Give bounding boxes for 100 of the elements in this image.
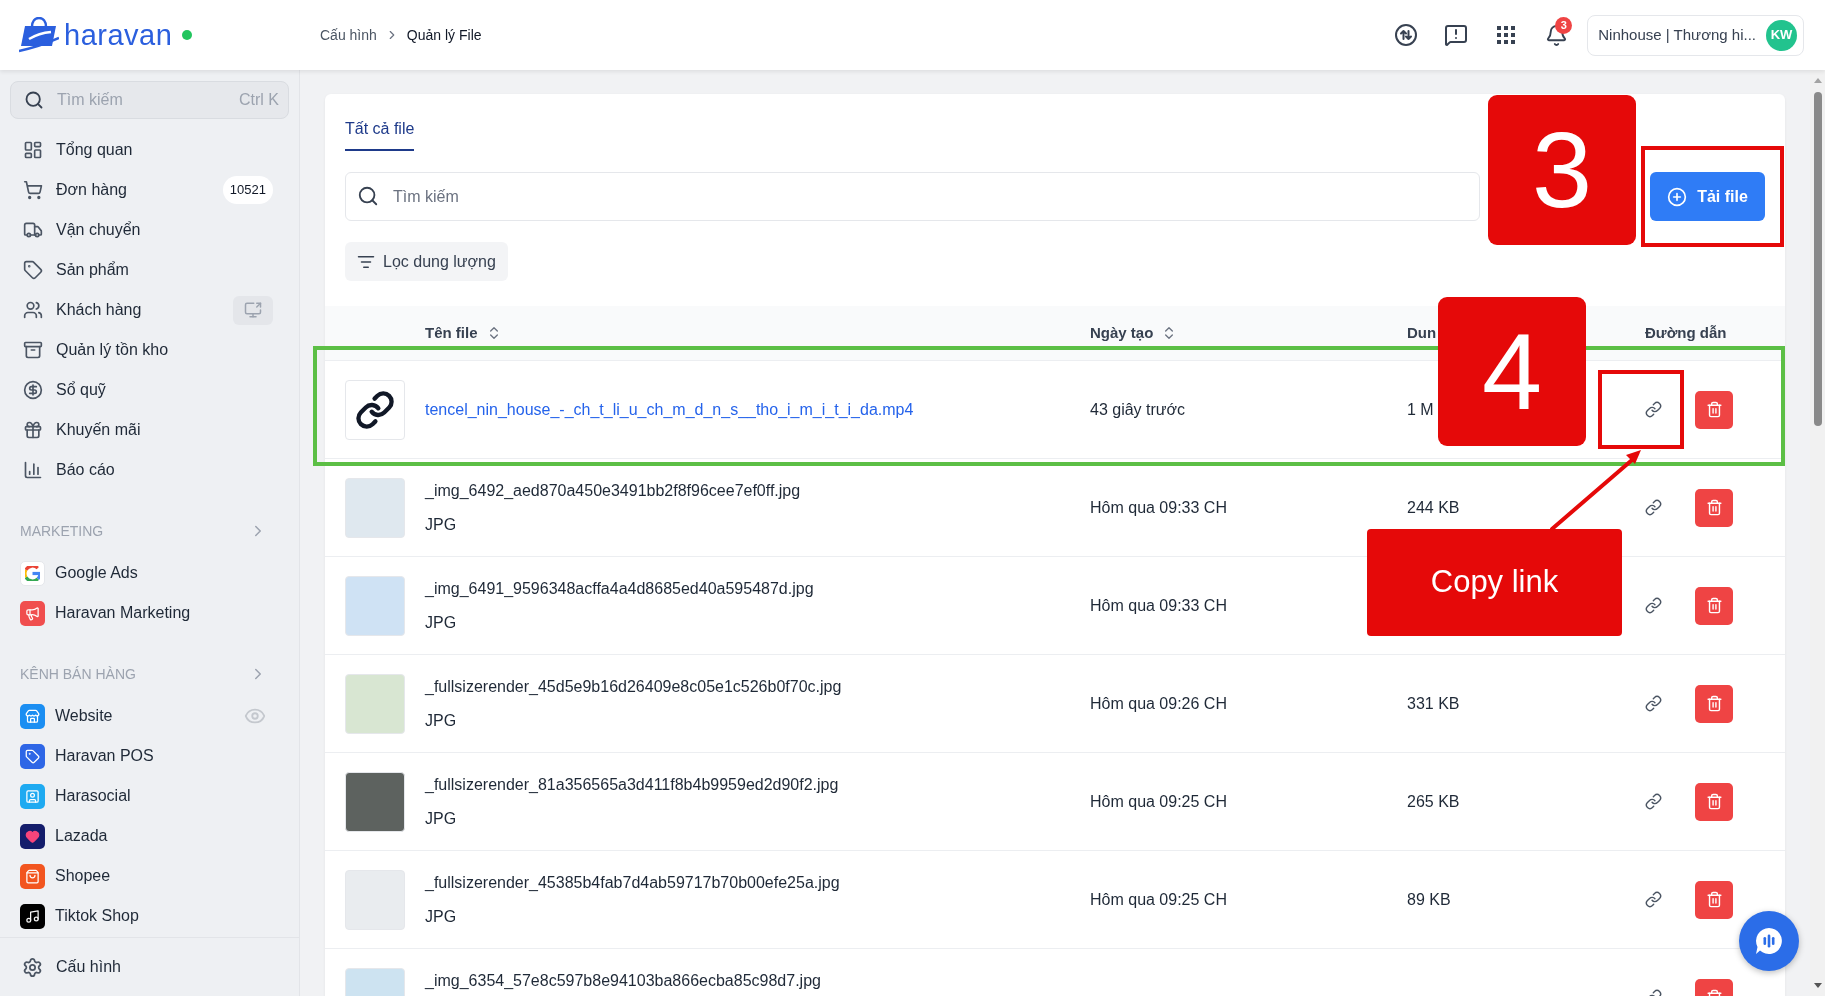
trash-icon <box>1705 499 1723 516</box>
search-icon <box>24 90 44 110</box>
chat-bubble-icon <box>1754 926 1784 956</box>
notifications-button[interactable]: 3 <box>1536 15 1577 55</box>
photo-placeholder <box>345 575 405 636</box>
sidebar-item[interactable]: Sản phẩm <box>10 250 289 290</box>
scrollbar-thumb[interactable] <box>1813 92 1822 426</box>
link-icon <box>1645 891 1662 908</box>
file-link[interactable]: tencel_nin_house_-_ch_t_li_u_ch_m_d_n_s__tho_i_m_i_t_i_da.mp4 <box>425 398 1070 421</box>
scroll-down-icon[interactable] <box>1813 983 1822 988</box>
grid-menu-icon <box>1497 26 1516 44</box>
avatar: KW <box>1766 19 1797 51</box>
google-g-icon <box>20 560 45 586</box>
sidebar-item[interactable]: Khách hàng <box>10 290 289 330</box>
brand-logo-text: haravan <box>64 20 173 50</box>
filter-button[interactable]: Lọc dung lượng <box>345 242 508 281</box>
users-icon <box>23 300 43 320</box>
link-icon <box>1645 793 1662 810</box>
trash-icon <box>1705 793 1723 810</box>
delete-button[interactable] <box>1695 782 1733 821</box>
created-time: 43 giây trước <box>1090 400 1185 418</box>
trash-icon <box>1705 401 1723 418</box>
copy-link-button[interactable] <box>1645 793 1662 810</box>
sidebar-item[interactable]: Website <box>10 696 289 736</box>
sidebar-item[interactable]: Sổ quỹ <box>10 370 289 410</box>
sidebar-item[interactable]: Google Ads <box>10 553 289 593</box>
store-icon <box>20 703 45 729</box>
screen-share-icon[interactable] <box>233 295 273 325</box>
section-title: KÊNH BÁN HÀNG <box>20 664 136 684</box>
photo-placeholder <box>345 673 405 734</box>
file-size: 89 KB <box>1407 890 1451 908</box>
sidebar-item[interactable]: Đơn hàng 10521 <box>10 170 289 210</box>
file-name: _img_6492_aed870a450e3491bb2f8f96cee7ef0ff.jpg <box>425 480 802 501</box>
sidebar-item[interactable]: Tiktok Shop <box>10 896 289 936</box>
search-field[interactable]: Tìm kiếm <box>345 172 1480 221</box>
link-icon <box>1645 597 1662 614</box>
copy-link-button[interactable] <box>1645 499 1662 516</box>
bar-chart-icon <box>23 460 43 480</box>
section-title: MARKETING <box>20 521 104 541</box>
step-number: 3 <box>1488 95 1636 245</box>
link-icon <box>1645 695 1662 712</box>
music-note-icon <box>20 903 45 929</box>
delete-button[interactable] <box>1695 880 1733 919</box>
column-header[interactable]: Ngày tạo <box>1090 321 1154 345</box>
sidebar-item[interactable]: Vận chuyển <box>10 210 289 250</box>
sidebar-item[interactable]: Quản lý tồn kho <box>10 330 289 370</box>
created-time: Hôm qua 09:26 CH <box>1090 694 1227 712</box>
search-icon <box>357 185 379 207</box>
created-time: Hôm qua 09:33 CH <box>1090 498 1227 516</box>
column-header: Dun <box>1407 322 1437 343</box>
message-alert-icon <box>1444 23 1469 47</box>
created-time: Hôm qua 09:33 CH <box>1090 596 1227 614</box>
file-type: JPG <box>425 808 458 829</box>
sidebar-item[interactable]: Cấu hình <box>10 947 289 987</box>
file-size: 331 KB <box>1407 694 1460 712</box>
delete-button[interactable] <box>1695 488 1733 527</box>
file-name: _fullsizerender_45385b4fab7d4ab59717b70b00efe25a.jpg <box>425 872 841 893</box>
column-header[interactable]: Tên file <box>425 321 478 345</box>
sidebar-item[interactable]: Báo cáo <box>10 450 289 490</box>
sidebar-item[interactable]: Tổng quan <box>10 130 289 170</box>
sidebar-item[interactable]: Harasocial <box>10 776 289 816</box>
copy-link-button[interactable] <box>1645 401 1662 418</box>
plus-circle-icon <box>1667 186 1688 207</box>
tag-icon <box>23 260 43 280</box>
count-badge: 10521 <box>222 176 273 204</box>
file-size: 1 M <box>1407 400 1434 418</box>
contact-card-icon <box>20 783 45 809</box>
settings-icon <box>22 956 43 978</box>
copy-link-button[interactable] <box>1645 597 1662 614</box>
up-down-arrows-icon <box>1394 23 1419 47</box>
sidebar-item[interactable]: Shopee <box>10 856 289 896</box>
account-menu[interactable]: Ninhouse | Thương hi... KW <box>1587 14 1804 56</box>
file-name: _img_6354_57e8c597b8e94103ba866ecba85c98d7.jpg <box>425 970 822 991</box>
breadcrumb-link[interactable]: Cấu hình <box>320 24 377 46</box>
sidebar-item[interactable]: Khuyến mãi <box>10 410 289 450</box>
sidebar-item[interactable]: Haravan Marketing <box>10 593 289 633</box>
tab[interactable]: Tất cả file <box>345 108 415 151</box>
trash-icon <box>1705 597 1723 614</box>
file-type: JPG <box>425 612 458 633</box>
copy-link-button[interactable] <box>1645 695 1662 712</box>
tag-icon <box>20 743 45 769</box>
truck-icon <box>23 220 43 240</box>
scroll-up-icon[interactable] <box>1813 78 1822 83</box>
archive-icon <box>23 340 43 360</box>
file-type: JPG <box>425 906 458 927</box>
file-name: _fullsizerender_45d5e9b16d26409e8c05e1c526b0f70c.jpg <box>425 676 843 697</box>
delete-button[interactable] <box>1695 586 1733 625</box>
sidebar-item[interactable]: Lazada <box>10 816 289 856</box>
file-type: JPG <box>425 514 458 535</box>
upload-file-button[interactable]: Tải file <box>1650 172 1765 221</box>
delete-button[interactable] <box>1695 390 1733 429</box>
shortcut-hint: Ctrl K <box>239 90 279 110</box>
delete-button[interactable] <box>1695 684 1733 723</box>
trash-icon <box>1705 695 1723 712</box>
created-time: Hôm qua 09:25 CH <box>1090 890 1227 908</box>
link-icon <box>1645 499 1662 516</box>
copy-link-button[interactable] <box>1645 891 1662 908</box>
shopping-bag-logo-icon <box>19 17 59 53</box>
sidebar-item[interactable]: Haravan POS <box>10 736 289 776</box>
breadcrumb-current: Quản lý File <box>406 25 482 45</box>
